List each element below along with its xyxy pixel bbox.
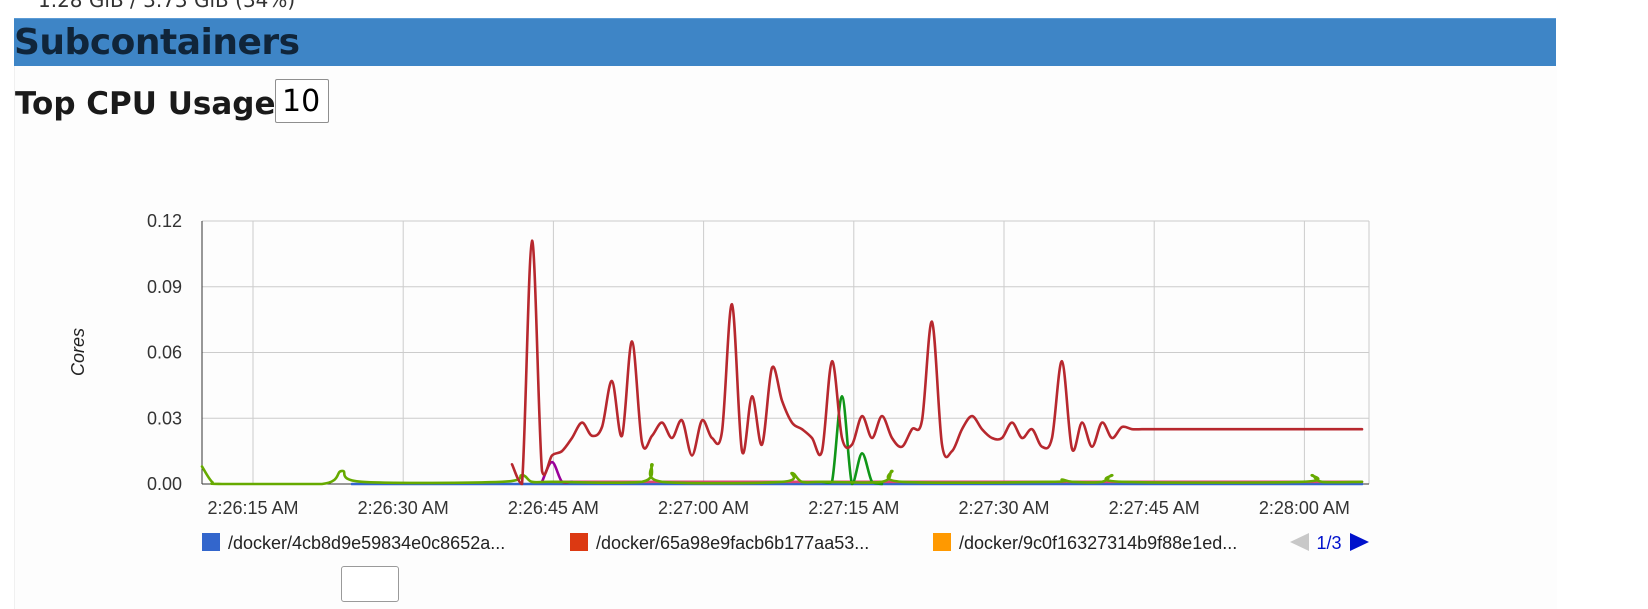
cpu-usage-chart: 0.12 0.09 0.06 0.03 0.00 2:26:15 AM 2:26:30 A…	[68, 211, 1370, 553]
legend-label: /docker/4cb8d9e59834e0c8652a...	[228, 533, 505, 553]
x-tick-label: 2:27:45 AM	[1109, 498, 1200, 518]
x-tick-label: 2:27:15 AM	[808, 498, 899, 518]
y-tick-label: 0.09	[147, 277, 182, 297]
legend-swatch	[202, 533, 220, 551]
series-group	[510, 239, 1364, 486]
legend-swatch	[570, 533, 588, 551]
x-tick-label: 2:27:30 AM	[958, 498, 1049, 518]
series-line	[510, 239, 1364, 486]
legend-prev-page-icon[interactable]	[1290, 533, 1309, 551]
series-line	[820, 394, 884, 486]
y-tick-label: 0.03	[147, 408, 182, 428]
chart-series	[200, 239, 1364, 486]
legend-label: /docker/9c0f16327314b9f88e1ed...	[959, 533, 1237, 553]
chart-legend: /docker/4cb8d9e59834e0c8652a... /docker/6…	[202, 533, 1369, 553]
legend-label: /docker/65a98e9facb6b177aa53...	[596, 533, 869, 553]
x-tick-label: 2:26:45 AM	[508, 498, 599, 518]
x-tick-labels: 2:26:15 AM 2:26:30 AM 2:26:45 AM 2:27:00 AM…	[207, 498, 1349, 518]
y-tick-label: 0.06	[147, 343, 182, 363]
x-tick-label: 2:28:00 AM	[1259, 498, 1350, 518]
y-axis-label: Cores	[68, 328, 88, 376]
legend-page-indicator: 1/3	[1316, 533, 1341, 553]
legend-next-page-icon[interactable]	[1350, 533, 1369, 551]
y-tick-labels: 0.12 0.09 0.06 0.03 0.00	[147, 211, 182, 494]
x-tick-label: 2:26:15 AM	[207, 498, 298, 518]
y-tick-label: 0.12	[147, 211, 182, 231]
series-group	[820, 394, 884, 486]
legend-swatch	[933, 533, 951, 551]
y-tick-label: 0.00	[147, 474, 182, 494]
chart-grid	[202, 220, 1370, 485]
x-tick-label: 2:27:00 AM	[658, 498, 749, 518]
x-tick-label: 2:26:30 AM	[358, 498, 449, 518]
